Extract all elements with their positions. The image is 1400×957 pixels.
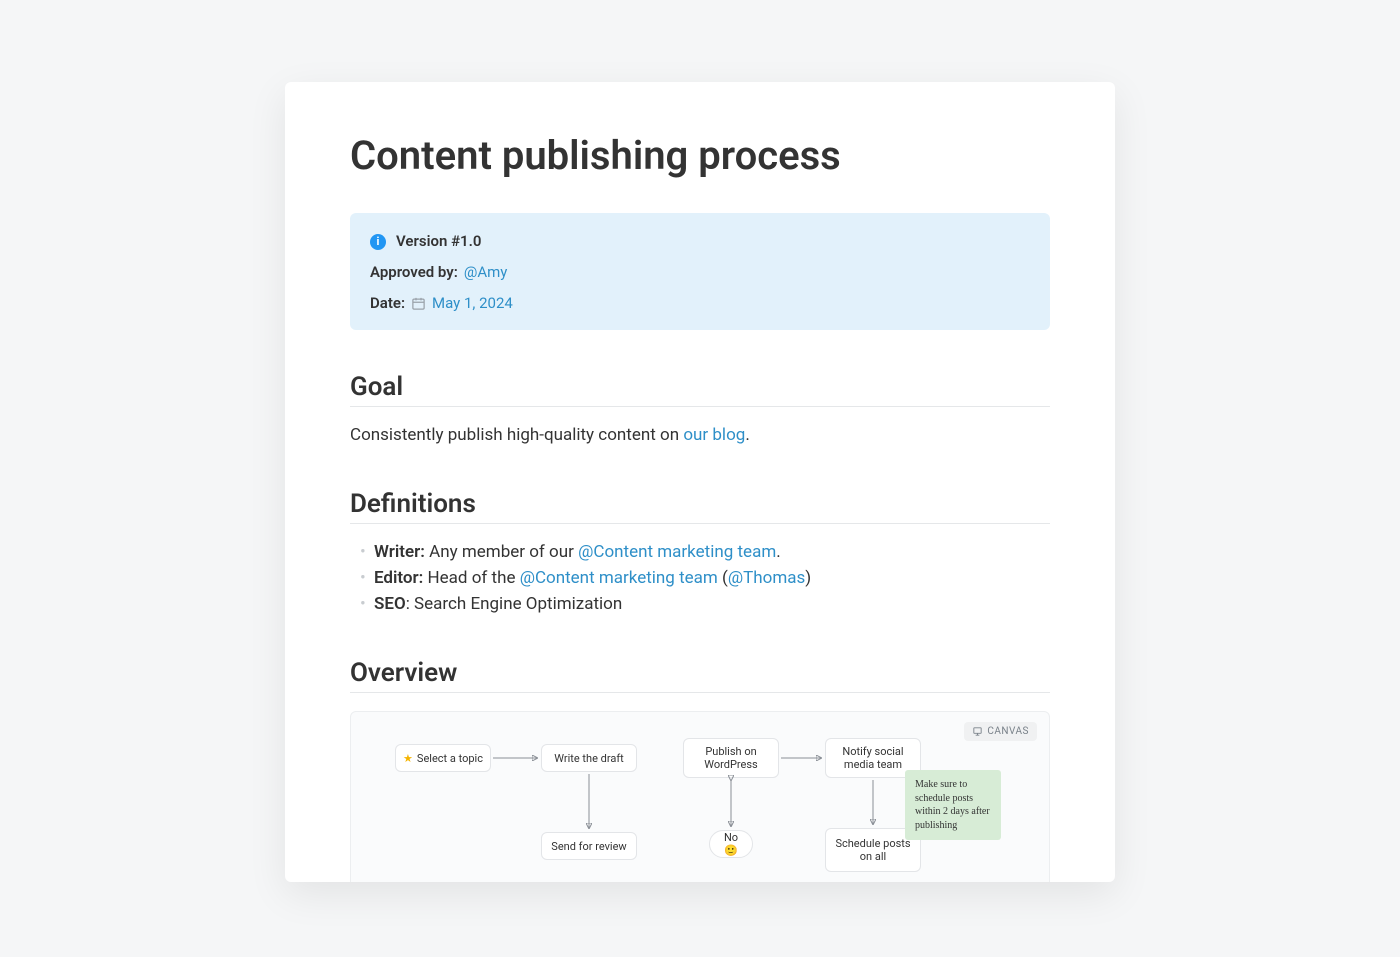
goal-blog-link[interactable]: our blog [683,425,745,445]
canvas-node-select-topic[interactable]: ★ Select a topic [395,744,491,772]
banner-date-link[interactable]: May 1, 2024 [432,293,513,314]
definition-item-editor: Editor: Head of the @Content marketing t… [360,568,1050,588]
definition-text: . [776,542,780,562]
canvas-icon [972,726,983,737]
canvas-node-label: Notify social media team [832,745,914,771]
star-icon: ★ [403,752,413,765]
page-title: Content publishing process [350,132,1050,179]
definitions-heading: Definitions [350,489,1050,524]
canvas-node-label: Send for review [551,840,626,853]
definition-item-writer: Writer: Any member of our @Content marke… [360,542,1050,562]
definition-term: Editor: [374,568,423,588]
canvas-node-no[interactable]: No 🙂 [709,830,753,858]
info-banner: i Version #1.0 Approved by: @Amy Date: M… [350,213,1050,330]
banner-approved-label: Approved by: [370,262,458,283]
definitions-list: Writer: Any member of our @Content marke… [350,542,1050,614]
definition-text: ) [805,568,811,588]
canvas-node-label: Select a topic [417,752,483,765]
definition-term: SEO [374,594,406,614]
banner-version-row: i Version #1.0 [370,231,1030,252]
definition-mention-link[interactable]: @Content marketing team [520,568,718,588]
canvas-badge: CANVAS [964,722,1037,741]
canvas-node-label: Publish on WordPress [690,745,772,771]
canvas-node-write-draft[interactable]: Write the draft [541,744,637,772]
goal-text-after: . [745,425,749,445]
banner-approved-by-mention[interactable]: @Amy [464,262,508,283]
canvas-node-label: No 🙂 [716,831,746,857]
canvas-node-send-review[interactable]: Send for review [541,832,637,860]
definition-text: Any member of our [425,542,578,562]
document-card: Content publishing process i Version #1.… [285,82,1115,882]
calendar-icon [411,296,426,311]
canvas-sticky-note[interactable]: Make sure to schedule posts within 2 day… [905,770,1001,840]
definition-text: ( [718,568,728,588]
banner-date-label: Date: [370,293,405,314]
definition-term: Writer: [374,542,425,562]
overview-canvas[interactable]: CANVAS ★ Select a topic Write the draft … [350,711,1050,882]
sticky-note-text: Make sure to schedule posts within 2 day… [915,779,990,831]
definition-text: Head of the [423,568,519,588]
canvas-node-label: Schedule posts on all [832,837,914,863]
definition-mention-link[interactable]: @Content marketing team [578,542,776,562]
banner-version: Version #1.0 [396,231,481,252]
banner-date-row: Date: May 1, 2024 [370,293,1030,314]
canvas-badge-text: CANVAS [987,726,1029,737]
banner-approved-row: Approved by: @Amy [370,262,1030,283]
goal-heading: Goal [350,372,1050,407]
canvas-node-label: Write the draft [554,752,624,765]
canvas-node-publish-wp[interactable]: Publish on WordPress [683,738,779,778]
info-icon: i [370,234,386,250]
definition-text: : Search Engine Optimization [406,594,623,614]
goal-text: Consistently publish high-quality conten… [350,425,1050,445]
overview-heading: Overview [350,658,1050,693]
definition-mention-link[interactable]: @Thomas [728,568,805,588]
goal-text-before: Consistently publish high-quality conten… [350,425,683,445]
definition-item-seo: SEO: Search Engine Optimization [360,594,1050,614]
